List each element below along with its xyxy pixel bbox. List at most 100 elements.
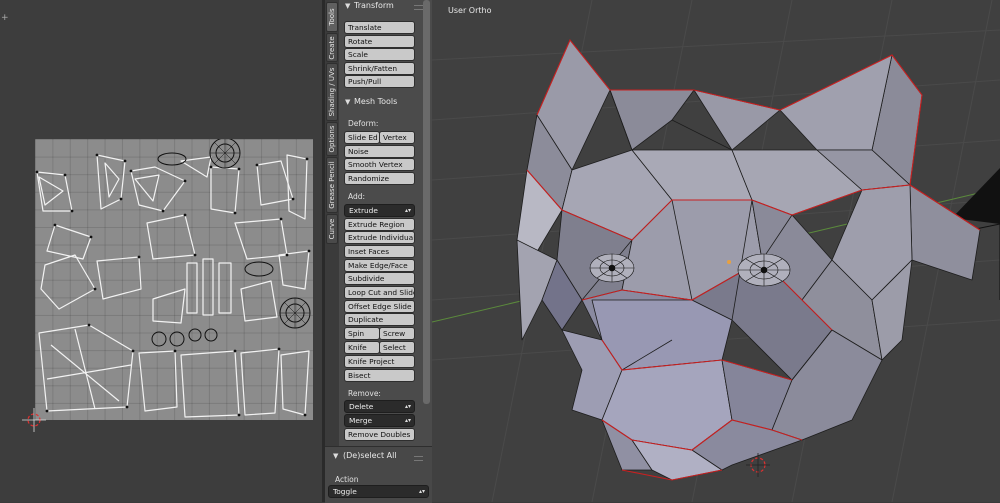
- 3d-viewport[interactable]: User Ortho: [432, 0, 1000, 502]
- viewport-scene: [432, 0, 1000, 502]
- dropdown-arrows-icon: ▴▾: [418, 488, 425, 495]
- noise-button[interactable]: Noise: [344, 145, 415, 158]
- smooth-vertex-button[interactable]: Smooth Vertex: [344, 158, 415, 171]
- uv-island: [138, 350, 178, 412]
- mesh-tools-panel-title: Mesh Tools: [354, 97, 398, 106]
- 2d-cursor-icon[interactable]: [22, 408, 46, 432]
- area-split-icon[interactable]: +: [1, 13, 9, 23]
- tool-shelf: ▼ Transform Translate Rotate Scale Shrin…: [339, 0, 432, 446]
- eye-right: [737, 253, 791, 287]
- tool-shelf-tabs: Tools Create Shading / UVs Options Greas…: [325, 0, 339, 446]
- make-edge-face-button[interactable]: Make Edge/Face: [344, 259, 415, 272]
- uv-island: [210, 166, 240, 214]
- tab-curve-label: Curve: [328, 218, 336, 240]
- uv-island: [234, 218, 288, 260]
- screw-button[interactable]: Screw: [379, 327, 415, 340]
- tab-tools[interactable]: Tools: [326, 2, 338, 32]
- delete-dropdown-value: Delete: [349, 402, 374, 411]
- uv-island: [38, 176, 64, 206]
- inset-faces-button[interactable]: Inset Faces: [344, 245, 415, 258]
- uv-island: [46, 224, 92, 260]
- duplicate-button[interactable]: Duplicate: [344, 313, 415, 326]
- operator-title: (De)select All: [343, 451, 397, 460]
- uv-island: [130, 166, 186, 212]
- translate-button[interactable]: Translate: [344, 21, 415, 34]
- vertex-slide-button[interactable]: Vertex: [379, 131, 415, 144]
- transform-panel-title: Transform: [354, 1, 394, 10]
- uv-island: [280, 350, 310, 416]
- tab-options[interactable]: Options: [326, 122, 338, 156]
- uv-island: [146, 214, 196, 260]
- dropdown-arrows-icon: ▴▾: [404, 207, 411, 214]
- merge-dropdown[interactable]: Merge ▴▾: [344, 414, 415, 427]
- action-dropdown[interactable]: Toggle ▴▾: [328, 485, 429, 498]
- bisect-button[interactable]: Bisect: [344, 369, 415, 382]
- action-dropdown-value: Toggle: [333, 487, 357, 496]
- extrude-region-button[interactable]: Extrude Region: [344, 218, 415, 231]
- collapse-triangle-icon[interactable]: ▼: [345, 98, 350, 106]
- remove-doubles-button[interactable]: Remove Doubles: [344, 428, 415, 441]
- tab-curve[interactable]: Curve: [326, 214, 338, 244]
- mesh-tools-panel-header[interactable]: ▼ Mesh Tools: [339, 96, 427, 110]
- dropdown-arrows-icon: ▴▾: [404, 417, 411, 424]
- remove-label: Remove:: [348, 389, 381, 398]
- uv-island: [40, 254, 96, 310]
- uv-island: [286, 154, 308, 220]
- tab-create-label: Create: [328, 35, 336, 60]
- knife-button[interactable]: Knife: [344, 341, 380, 354]
- tab-grease-pencil[interactable]: Grease Pencil: [326, 157, 338, 213]
- rotate-button[interactable]: Rotate: [344, 35, 415, 48]
- uv-island: [104, 162, 120, 198]
- push-pull-button[interactable]: Push/Pull: [344, 75, 415, 88]
- uv-island: [240, 348, 280, 416]
- delete-dropdown[interactable]: Delete ▴▾: [344, 400, 415, 413]
- action-label: Action: [335, 475, 359, 484]
- merge-dropdown-value: Merge: [349, 416, 373, 425]
- knife-project-button[interactable]: Knife Project: [344, 355, 415, 368]
- offset-edge-slide-button[interactable]: Offset Edge Slide: [344, 300, 415, 313]
- drag-grip-icon[interactable]: [414, 456, 423, 461]
- collapse-triangle-icon[interactable]: ▼: [345, 2, 350, 10]
- shrink-fatten-button[interactable]: Shrink/Fatten: [344, 62, 415, 75]
- scale-button[interactable]: Scale: [344, 48, 415, 61]
- uv-island: [96, 154, 126, 210]
- knife-select-button[interactable]: Select: [379, 341, 415, 354]
- object-origin: [727, 260, 731, 264]
- transform-panel-header[interactable]: ▼ Transform: [339, 0, 427, 14]
- slide-edge-button[interactable]: Slide Ed: [344, 131, 380, 144]
- tab-create[interactable]: Create: [326, 33, 338, 62]
- drag-grip-icon[interactable]: [414, 5, 423, 10]
- uv-island: [240, 280, 278, 322]
- loop-cut-button[interactable]: Loop Cut and Slide: [344, 286, 415, 299]
- uv-image-editor[interactable]: +: [0, 0, 322, 502]
- tab-shading-uvs[interactable]: Shading / UVs: [326, 63, 338, 121]
- view-name-label: User Ortho: [448, 6, 492, 15]
- randomize-button[interactable]: Randomize: [344, 172, 415, 185]
- tab-options-label: Options: [328, 125, 336, 153]
- uv-island: [202, 258, 214, 316]
- eye-left: [589, 253, 635, 283]
- uv-islands: [35, 139, 311, 418]
- uv-island: [134, 174, 160, 202]
- tab-grease-pencil-label: Grease Pencil: [328, 161, 336, 209]
- camera-object: [952, 168, 1000, 224]
- extrude-dropdown[interactable]: Extrude ▴▾: [344, 204, 415, 217]
- uv-image-canvas[interactable]: [35, 139, 313, 420]
- uv-island: [278, 250, 310, 290]
- uv-island: [38, 324, 134, 412]
- tab-tools-label: Tools: [328, 8, 336, 26]
- uv-island: [186, 262, 198, 314]
- spin-button[interactable]: Spin: [344, 327, 380, 340]
- last-operator-panel: ▼ (De)select All Action Toggle ▴▾: [325, 446, 432, 503]
- extrude-individual-button[interactable]: Extrude Individual: [344, 231, 415, 244]
- collapse-triangle-icon[interactable]: ▼: [333, 452, 338, 460]
- extrude-dropdown-value: Extrude: [349, 206, 378, 215]
- deform-label: Deform:: [348, 119, 379, 128]
- tab-shading-uvs-label: Shading / UVs: [328, 67, 336, 117]
- uv-island: [180, 350, 240, 418]
- tool-shelf-scrollbar[interactable]: [423, 0, 430, 404]
- add-label: Add:: [348, 192, 366, 201]
- dropdown-arrows-icon: ▴▾: [404, 403, 411, 410]
- uv-island: [96, 256, 142, 300]
- subdivide-button[interactable]: Subdivide: [344, 272, 415, 285]
